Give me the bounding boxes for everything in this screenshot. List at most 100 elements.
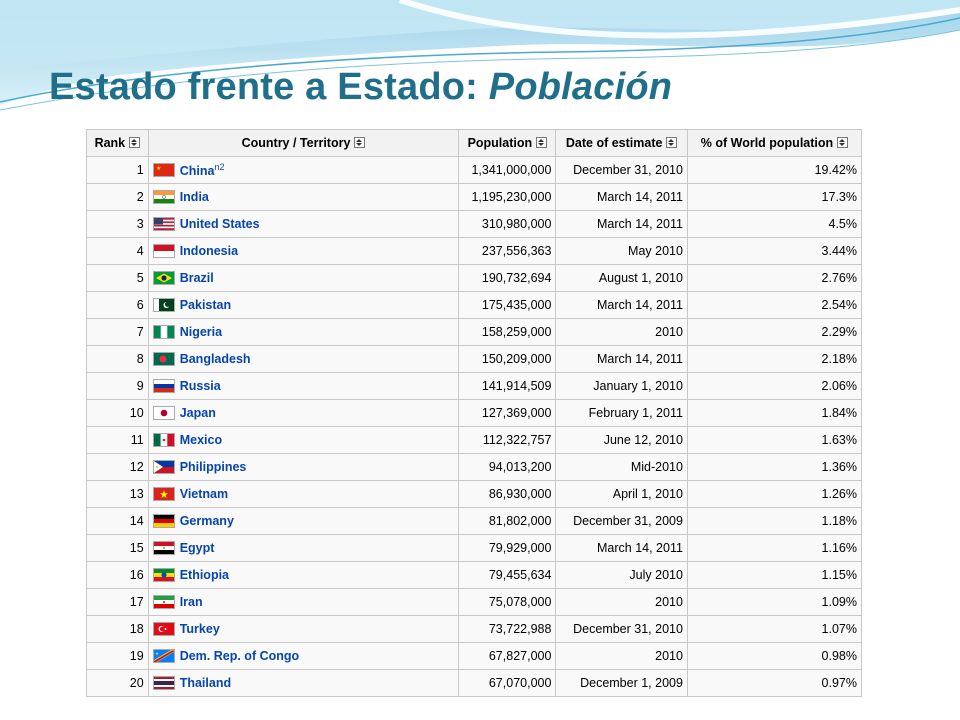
percent-cell: 1.84% bbox=[686, 399, 863, 427]
date-cell: March 14, 2011 bbox=[555, 291, 688, 319]
rank-cell: 8 bbox=[86, 345, 149, 373]
country-cell: Germany bbox=[147, 507, 460, 535]
country-cell: ★ Dem. Rep. of Congo bbox=[147, 642, 460, 670]
title-emphasis: Población bbox=[488, 66, 673, 108]
country-link[interactable]: China bbox=[180, 164, 215, 178]
sort-icon[interactable] bbox=[666, 137, 678, 148]
country-link[interactable]: Mexico bbox=[180, 433, 222, 447]
country-link[interactable]: Vietnam bbox=[180, 487, 228, 501]
column-header-label: Population bbox=[467, 136, 533, 150]
population-cell: 1,341,000,000 bbox=[458, 156, 557, 184]
country-cell: ★ Chinan2 bbox=[147, 156, 460, 184]
country-link[interactable]: Bangladesh bbox=[180, 352, 251, 366]
country-link[interactable]: Egypt bbox=[180, 541, 215, 555]
sort-icon[interactable] bbox=[536, 137, 548, 148]
country-link[interactable]: Turkey bbox=[180, 622, 220, 636]
column-header-population[interactable]: Population bbox=[458, 129, 557, 157]
table-row: 7 Nigeria 158,259,000 2010 2.29% bbox=[86, 318, 863, 346]
country-link[interactable]: Iran bbox=[180, 595, 203, 609]
country-link[interactable]: India bbox=[180, 190, 209, 204]
footnote-link[interactable]: n2 bbox=[214, 162, 224, 172]
country-link[interactable]: Thailand bbox=[180, 676, 231, 690]
country-link[interactable]: Philippines bbox=[180, 460, 247, 474]
rank-cell: 3 bbox=[86, 210, 149, 238]
egypt-flag-icon bbox=[152, 541, 175, 556]
indonesia-flag-icon bbox=[152, 244, 175, 259]
table-row: 8 Bangladesh 150,209,000 March 14, 2011 2.18… bbox=[86, 345, 863, 373]
percent-cell: 2.76% bbox=[686, 264, 863, 292]
table-row: 15 Egypt 79,929,000 March 14, 2011 1.16% bbox=[86, 534, 863, 562]
country-link[interactable]: Brazil bbox=[180, 271, 214, 285]
percent-cell: 2.06% bbox=[686, 372, 863, 400]
population-cell: 79,929,000 bbox=[458, 534, 557, 562]
population-cell: 73,722,988 bbox=[458, 615, 557, 643]
table-row: 13 Vietnam 86,930,000 April 1, 2010 1.26% bbox=[86, 480, 863, 508]
date-cell: March 14, 2011 bbox=[555, 534, 688, 562]
percent-cell: 19.42% bbox=[686, 156, 863, 184]
rank-cell: 16 bbox=[86, 561, 149, 589]
percent-cell: 1.18% bbox=[686, 507, 863, 535]
population-cell: 175,435,000 bbox=[458, 291, 557, 319]
country-cell: Indonesia bbox=[147, 237, 460, 265]
country-link[interactable]: Germany bbox=[180, 514, 234, 528]
country-link[interactable]: United States bbox=[180, 217, 260, 231]
country-cell: Nigeria bbox=[147, 318, 460, 346]
country-cell: Philippines bbox=[147, 453, 460, 481]
date-cell: Mid-2010 bbox=[555, 453, 688, 481]
column-header-label: % of World population bbox=[700, 136, 834, 150]
population-cell: 150,209,000 bbox=[458, 345, 557, 373]
country-cell: Brazil bbox=[147, 264, 460, 292]
rank-cell: 18 bbox=[86, 615, 149, 643]
rank-cell: 15 bbox=[86, 534, 149, 562]
russia-flag-icon bbox=[152, 379, 175, 394]
date-cell: January 1, 2010 bbox=[555, 372, 688, 400]
table-row: 2 India 1,195,230,000 March 14, 2011 17.3% bbox=[86, 183, 863, 211]
population-table-container: Rank Country / Territory Population Date… bbox=[86, 129, 863, 697]
date-cell: August 1, 2010 bbox=[555, 264, 688, 292]
germany-flag-icon bbox=[152, 514, 175, 529]
rank-cell: 20 bbox=[86, 669, 149, 697]
sort-icon[interactable] bbox=[129, 137, 141, 148]
country-cell: United States bbox=[147, 210, 460, 238]
column-header-country[interactable]: Country / Territory bbox=[147, 129, 460, 157]
sort-icon[interactable] bbox=[837, 137, 849, 148]
philippines-flag-icon bbox=[152, 460, 175, 475]
date-cell: July 2010 bbox=[555, 561, 688, 589]
percent-cell: 2.18% bbox=[686, 345, 863, 373]
country-link[interactable]: Nigeria bbox=[180, 325, 222, 339]
percent-cell: 2.29% bbox=[686, 318, 863, 346]
mexico-flag-icon bbox=[152, 433, 175, 448]
country-link[interactable]: Japan bbox=[180, 406, 216, 420]
sort-icon[interactable] bbox=[354, 137, 366, 148]
date-cell: December 31, 2010 bbox=[555, 156, 688, 184]
country-cell: Bangladesh bbox=[147, 345, 460, 373]
country-link[interactable]: Indonesia bbox=[180, 244, 238, 258]
bangladesh-flag-icon bbox=[152, 352, 175, 367]
population-cell: 112,322,757 bbox=[458, 426, 557, 454]
country-link[interactable]: Dem. Rep. of Congo bbox=[180, 649, 299, 663]
country-cell: Thailand bbox=[147, 669, 460, 697]
percent-cell: 1.63% bbox=[686, 426, 863, 454]
rank-cell: 13 bbox=[86, 480, 149, 508]
country-cell: Turkey bbox=[147, 615, 460, 643]
column-header-percent[interactable]: % of World population bbox=[686, 129, 863, 157]
table-row: 5 Brazil 190,732,694 August 1, 2010 2.76% bbox=[86, 264, 863, 292]
percent-cell: 1.09% bbox=[686, 588, 863, 616]
country-cell: India bbox=[147, 183, 460, 211]
column-header-date[interactable]: Date of estimate bbox=[555, 129, 688, 157]
table-row: 18 Turkey 73,722,988 December 31, 2010 1.07% bbox=[86, 615, 863, 643]
column-header-rank[interactable]: Rank bbox=[86, 129, 149, 157]
column-header-label: Date of estimate bbox=[565, 136, 663, 150]
country-link[interactable]: Pakistan bbox=[180, 298, 231, 312]
date-cell: December 31, 2010 bbox=[555, 615, 688, 643]
country-link[interactable]: Ethiopia bbox=[180, 568, 229, 582]
rank-cell: 9 bbox=[86, 372, 149, 400]
rank-cell: 11 bbox=[86, 426, 149, 454]
country-link[interactable]: Russia bbox=[180, 379, 221, 393]
date-cell: December 31, 2009 bbox=[555, 507, 688, 535]
population-cell: 127,369,000 bbox=[458, 399, 557, 427]
table-row: 12 Philippines 94,013,200 Mid-2010 1.36% bbox=[86, 453, 863, 481]
population-cell: 190,732,694 bbox=[458, 264, 557, 292]
percent-cell: 0.98% bbox=[686, 642, 863, 670]
percent-cell: 0.97% bbox=[686, 669, 863, 697]
